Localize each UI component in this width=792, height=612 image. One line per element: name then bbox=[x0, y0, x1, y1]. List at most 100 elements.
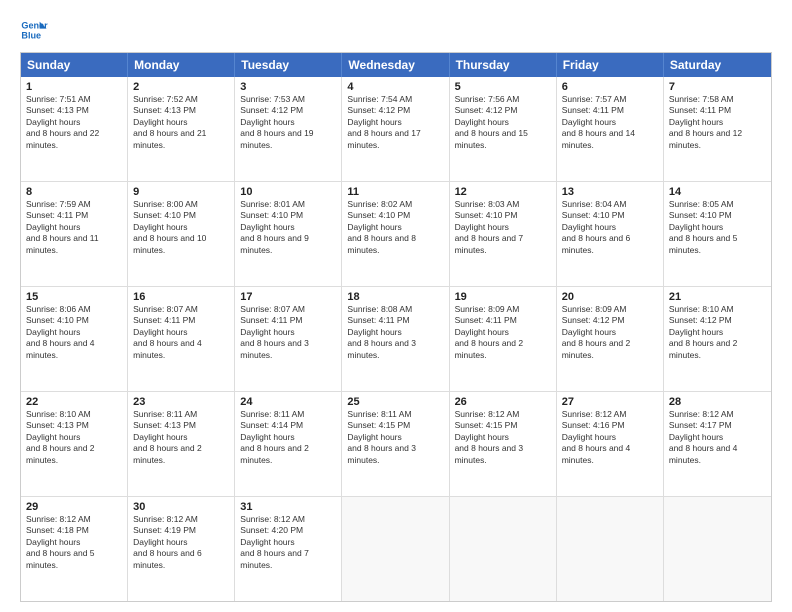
day-cell-21: 21Sunrise: 8:10 AMSunset: 4:12 PMDayligh… bbox=[664, 287, 771, 391]
svg-text:General: General bbox=[21, 21, 48, 31]
day-number: 2 bbox=[133, 81, 229, 93]
day-cell-15: 15Sunrise: 8:06 AMSunset: 4:10 PMDayligh… bbox=[21, 287, 128, 391]
cell-info: Sunrise: 8:08 AMSunset: 4:11 PMDaylight … bbox=[347, 304, 443, 361]
day-number: 10 bbox=[240, 186, 336, 198]
day-cell-3: 3Sunrise: 7:53 AMSunset: 4:12 PMDaylight… bbox=[235, 77, 342, 181]
logo: General Blue bbox=[20, 16, 52, 44]
day-number: 30 bbox=[133, 501, 229, 513]
day-number: 29 bbox=[26, 501, 122, 513]
cell-info: Sunrise: 8:12 AMSunset: 4:18 PMDaylight … bbox=[26, 514, 122, 571]
day-number: 9 bbox=[133, 186, 229, 198]
day-number: 31 bbox=[240, 501, 336, 513]
cell-info: Sunrise: 8:09 AMSunset: 4:11 PMDaylight … bbox=[455, 304, 551, 361]
day-cell-29: 29Sunrise: 8:12 AMSunset: 4:18 PMDayligh… bbox=[21, 497, 128, 601]
cell-info: Sunrise: 7:58 AMSunset: 4:11 PMDaylight … bbox=[669, 94, 766, 151]
day-number: 21 bbox=[669, 291, 766, 303]
day-cell-30: 30Sunrise: 8:12 AMSunset: 4:19 PMDayligh… bbox=[128, 497, 235, 601]
cell-info: Sunrise: 8:09 AMSunset: 4:12 PMDaylight … bbox=[562, 304, 658, 361]
day-cell-20: 20Sunrise: 8:09 AMSunset: 4:12 PMDayligh… bbox=[557, 287, 664, 391]
page: General Blue SundayMondayTuesdayWednesda… bbox=[0, 0, 792, 612]
cell-info: Sunrise: 8:04 AMSunset: 4:10 PMDaylight … bbox=[562, 199, 658, 256]
empty-cell bbox=[664, 497, 771, 601]
day-number: 1 bbox=[26, 81, 122, 93]
day-number: 13 bbox=[562, 186, 658, 198]
header-day-sunday: Sunday bbox=[21, 53, 128, 77]
day-cell-17: 17Sunrise: 8:07 AMSunset: 4:11 PMDayligh… bbox=[235, 287, 342, 391]
cell-info: Sunrise: 8:05 AMSunset: 4:10 PMDaylight … bbox=[669, 199, 766, 256]
day-cell-10: 10Sunrise: 8:01 AMSunset: 4:10 PMDayligh… bbox=[235, 182, 342, 286]
empty-cell bbox=[557, 497, 664, 601]
cell-info: Sunrise: 7:56 AMSunset: 4:12 PMDaylight … bbox=[455, 94, 551, 151]
day-number: 11 bbox=[347, 186, 443, 198]
cell-info: Sunrise: 8:00 AMSunset: 4:10 PMDaylight … bbox=[133, 199, 229, 256]
day-cell-16: 16Sunrise: 8:07 AMSunset: 4:11 PMDayligh… bbox=[128, 287, 235, 391]
cell-info: Sunrise: 8:02 AMSunset: 4:10 PMDaylight … bbox=[347, 199, 443, 256]
day-number: 24 bbox=[240, 396, 336, 408]
day-cell-2: 2Sunrise: 7:52 AMSunset: 4:13 PMDaylight… bbox=[128, 77, 235, 181]
day-number: 20 bbox=[562, 291, 658, 303]
day-number: 28 bbox=[669, 396, 766, 408]
day-cell-26: 26Sunrise: 8:12 AMSunset: 4:15 PMDayligh… bbox=[450, 392, 557, 496]
cell-info: Sunrise: 8:12 AMSunset: 4:19 PMDaylight … bbox=[133, 514, 229, 571]
cell-info: Sunrise: 8:11 AMSunset: 4:13 PMDaylight … bbox=[133, 409, 229, 466]
cell-info: Sunrise: 8:11 AMSunset: 4:14 PMDaylight … bbox=[240, 409, 336, 466]
day-cell-22: 22Sunrise: 8:10 AMSunset: 4:13 PMDayligh… bbox=[21, 392, 128, 496]
day-cell-14: 14Sunrise: 8:05 AMSunset: 4:10 PMDayligh… bbox=[664, 182, 771, 286]
day-cell-28: 28Sunrise: 8:12 AMSunset: 4:17 PMDayligh… bbox=[664, 392, 771, 496]
cell-info: Sunrise: 7:52 AMSunset: 4:13 PMDaylight … bbox=[133, 94, 229, 151]
day-number: 7 bbox=[669, 81, 766, 93]
day-cell-27: 27Sunrise: 8:12 AMSunset: 4:16 PMDayligh… bbox=[557, 392, 664, 496]
cell-info: Sunrise: 8:12 AMSunset: 4:17 PMDaylight … bbox=[669, 409, 766, 466]
day-cell-6: 6Sunrise: 7:57 AMSunset: 4:11 PMDaylight… bbox=[557, 77, 664, 181]
header-day-monday: Monday bbox=[128, 53, 235, 77]
day-cell-8: 8Sunrise: 7:59 AMSunset: 4:11 PMDaylight… bbox=[21, 182, 128, 286]
day-number: 8 bbox=[26, 186, 122, 198]
calendar: SundayMondayTuesdayWednesdayThursdayFrid… bbox=[20, 52, 772, 602]
day-cell-25: 25Sunrise: 8:11 AMSunset: 4:15 PMDayligh… bbox=[342, 392, 449, 496]
day-cell-13: 13Sunrise: 8:04 AMSunset: 4:10 PMDayligh… bbox=[557, 182, 664, 286]
day-number: 27 bbox=[562, 396, 658, 408]
day-cell-7: 7Sunrise: 7:58 AMSunset: 4:11 PMDaylight… bbox=[664, 77, 771, 181]
svg-text:Blue: Blue bbox=[21, 30, 41, 40]
week-row-1: 1Sunrise: 7:51 AMSunset: 4:13 PMDaylight… bbox=[21, 77, 771, 182]
day-number: 19 bbox=[455, 291, 551, 303]
day-number: 4 bbox=[347, 81, 443, 93]
day-number: 16 bbox=[133, 291, 229, 303]
header-day-thursday: Thursday bbox=[450, 53, 557, 77]
week-row-4: 22Sunrise: 8:10 AMSunset: 4:13 PMDayligh… bbox=[21, 392, 771, 497]
day-cell-19: 19Sunrise: 8:09 AMSunset: 4:11 PMDayligh… bbox=[450, 287, 557, 391]
header-day-friday: Friday bbox=[557, 53, 664, 77]
day-cell-18: 18Sunrise: 8:08 AMSunset: 4:11 PMDayligh… bbox=[342, 287, 449, 391]
cell-info: Sunrise: 8:07 AMSunset: 4:11 PMDaylight … bbox=[133, 304, 229, 361]
cell-info: Sunrise: 8:12 AMSunset: 4:15 PMDaylight … bbox=[455, 409, 551, 466]
empty-cell bbox=[450, 497, 557, 601]
logo-icon: General Blue bbox=[20, 16, 48, 44]
cell-info: Sunrise: 8:07 AMSunset: 4:11 PMDaylight … bbox=[240, 304, 336, 361]
day-cell-24: 24Sunrise: 8:11 AMSunset: 4:14 PMDayligh… bbox=[235, 392, 342, 496]
day-cell-11: 11Sunrise: 8:02 AMSunset: 4:10 PMDayligh… bbox=[342, 182, 449, 286]
day-cell-4: 4Sunrise: 7:54 AMSunset: 4:12 PMDaylight… bbox=[342, 77, 449, 181]
cell-info: Sunrise: 7:51 AMSunset: 4:13 PMDaylight … bbox=[26, 94, 122, 151]
day-cell-23: 23Sunrise: 8:11 AMSunset: 4:13 PMDayligh… bbox=[128, 392, 235, 496]
week-row-2: 8Sunrise: 7:59 AMSunset: 4:11 PMDaylight… bbox=[21, 182, 771, 287]
calendar-body: 1Sunrise: 7:51 AMSunset: 4:13 PMDaylight… bbox=[21, 77, 771, 601]
header: General Blue bbox=[20, 16, 772, 44]
week-row-5: 29Sunrise: 8:12 AMSunset: 4:18 PMDayligh… bbox=[21, 497, 771, 601]
cell-info: Sunrise: 7:57 AMSunset: 4:11 PMDaylight … bbox=[562, 94, 658, 151]
cell-info: Sunrise: 8:11 AMSunset: 4:15 PMDaylight … bbox=[347, 409, 443, 466]
cell-info: Sunrise: 7:59 AMSunset: 4:11 PMDaylight … bbox=[26, 199, 122, 256]
day-number: 5 bbox=[455, 81, 551, 93]
day-cell-1: 1Sunrise: 7:51 AMSunset: 4:13 PMDaylight… bbox=[21, 77, 128, 181]
cell-info: Sunrise: 8:12 AMSunset: 4:20 PMDaylight … bbox=[240, 514, 336, 571]
day-number: 26 bbox=[455, 396, 551, 408]
day-number: 25 bbox=[347, 396, 443, 408]
cell-info: Sunrise: 8:03 AMSunset: 4:10 PMDaylight … bbox=[455, 199, 551, 256]
calendar-header: SundayMondayTuesdayWednesdayThursdayFrid… bbox=[21, 53, 771, 77]
day-cell-9: 9Sunrise: 8:00 AMSunset: 4:10 PMDaylight… bbox=[128, 182, 235, 286]
header-day-wednesday: Wednesday bbox=[342, 53, 449, 77]
cell-info: Sunrise: 7:53 AMSunset: 4:12 PMDaylight … bbox=[240, 94, 336, 151]
day-number: 3 bbox=[240, 81, 336, 93]
day-number: 18 bbox=[347, 291, 443, 303]
header-day-tuesday: Tuesday bbox=[235, 53, 342, 77]
cell-info: Sunrise: 8:01 AMSunset: 4:10 PMDaylight … bbox=[240, 199, 336, 256]
